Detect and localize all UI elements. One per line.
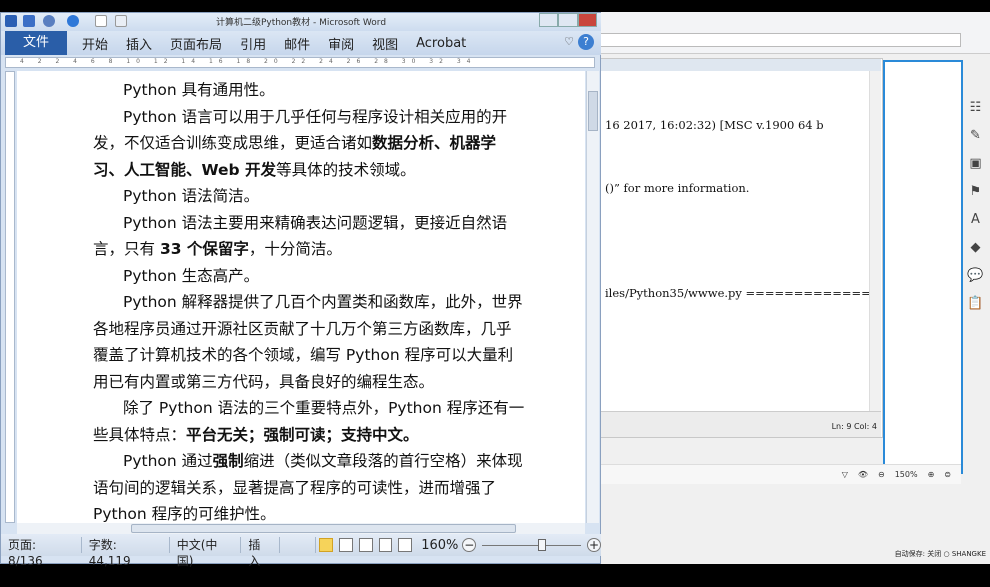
vertical-scrollbar[interactable] — [586, 71, 599, 523]
brush-icon[interactable]: ✎ — [970, 128, 981, 143]
zoom-slider-thumb[interactable] — [538, 538, 547, 551]
scroll-thumb[interactable] — [588, 91, 598, 131]
shapes-icon[interactable]: ◆ — [971, 240, 981, 255]
text-run: Python 解释器提供了几百个内置类和函数库，此外，世界各地程序员通过开源社区… — [93, 293, 523, 391]
python-shell-window: 16 2017, 16:02:32) [MSC v.1900 64 b ()” … — [601, 58, 883, 438]
maximize-button[interactable] — [558, 13, 578, 27]
tab-references[interactable]: 引用 — [231, 34, 275, 53]
close-button[interactable] — [577, 13, 597, 27]
tab-review[interactable]: 审阅 — [319, 34, 363, 53]
title-bar: 计算机二级Python教材 - Microsoft Word — [1, 13, 601, 31]
zoom-level[interactable]: 160% — [421, 538, 458, 553]
zoom-slider[interactable] — [482, 538, 582, 551]
comment-icon[interactable]: 💬 — [967, 268, 983, 283]
web-layout-icon[interactable] — [358, 538, 373, 552]
user-name: SHANGKE — [951, 550, 986, 558]
image-icon[interactable]: ▣ — [969, 156, 981, 171]
background-app: 16 2017, 16:02:32) [MSC v.1900 64 b ()” … — [601, 12, 990, 564]
paragraph: 除了 Python 语法的三个重要特点外，Python 程序还有一些具体特点：平… — [93, 395, 525, 448]
minimize-button[interactable] — [539, 13, 559, 27]
autosave-label[interactable]: 自动保存: 关闭 — [895, 550, 942, 558]
vertical-ruler[interactable] — [5, 71, 15, 523]
shell-header — [601, 59, 881, 71]
side-panel — [883, 60, 963, 474]
paragraph: Python 解释器提供了几百个内置类和函数库，此外，世界各地程序员通过开源社区… — [93, 289, 525, 395]
zoom-in-icon[interactable]: ⊕ — [928, 470, 935, 479]
print-layout-icon[interactable] — [318, 538, 333, 552]
toolbar-field[interactable] — [601, 33, 961, 47]
text-icon[interactable]: A — [971, 212, 980, 227]
shell-line: ()” for more information. — [605, 181, 750, 195]
zoom-in-button[interactable]: + — [587, 538, 601, 552]
insert-mode[interactable]: 插入 — [241, 537, 281, 568]
tab-mailings[interactable]: 邮件 — [275, 34, 319, 53]
scroll-thumb[interactable] — [131, 524, 516, 533]
tab-page-layout[interactable]: 页面布局 — [161, 34, 231, 53]
paragraph: Python 语法主要用来精确表达问题逻辑，更接近自然语言，只有 33 个保留字… — [93, 210, 525, 263]
paragraph: Python 具有通用性。 — [93, 77, 525, 104]
text-run: Python 语法简洁。 — [123, 187, 260, 205]
language[interactable]: 中文(中国) — [170, 537, 242, 568]
eye-icon[interactable]: 👁 — [858, 470, 868, 479]
side-icon-bar: ☷ ✎ ▣ ⚑ A ◆ 💬 📋 — [961, 100, 990, 311]
flag-icon[interactable]: ⚑ — [970, 184, 982, 199]
window-controls[interactable] — [539, 13, 597, 27]
shell-scrollbar[interactable] — [869, 71, 881, 411]
document-page[interactable]: Python 具有通用性。 Python 语言可以用于几乎任何与程序设计相关应用的… — [17, 71, 585, 523]
text-run: 等具体的技术领域。 — [276, 160, 416, 179]
paragraph: Python 生态高产。 — [93, 263, 525, 290]
tab-insert[interactable]: 插入 — [117, 34, 161, 53]
text-run: Python 具有通用性。 — [123, 81, 275, 99]
shell-line: iles/Python35/wwwe.py ============= — [605, 286, 871, 300]
window-title: 计算机二级Python教材 - Microsoft Word — [215, 18, 387, 28]
panel-zoom: 150% — [894, 470, 918, 479]
tab-acrobat[interactable]: Acrobat — [407, 36, 475, 51]
tab-view[interactable]: 视图 — [363, 34, 407, 53]
paragraph: Python 语言可以用于几乎任何与程序设计相关应用的开发，不仅适合训练变成思维… — [93, 104, 525, 184]
status-spacer — [280, 537, 316, 553]
page-count[interactable]: 页面: 8/136 — [1, 537, 82, 568]
draft-icon[interactable] — [398, 538, 413, 552]
ribbon-minimize-icon[interactable]: ♡ — [564, 35, 574, 48]
text-run: Python 生态高产。 — [123, 266, 260, 285]
horizontal-scrollbar[interactable] — [17, 523, 585, 534]
clipboard-icon[interactable]: 📋 — [967, 296, 983, 311]
bold-text: 33 个保留字 — [159, 240, 249, 258]
paragraph: Python 语法简洁。 — [93, 183, 525, 210]
bold-text: 强制 — [212, 452, 244, 470]
paragraph: Python 通过强制缩进（类似文章段落的首行空格）来体现语句间的逻辑关系，显著… — [93, 448, 525, 523]
shell-status: Ln: 9 Col: 4 — [601, 411, 881, 437]
status-bar: 页面: 8/136 字数: 44,119 中文(中国) 插入 160% − + — [1, 534, 601, 568]
filter-icon[interactable]: ▽ — [842, 470, 848, 479]
word-window: 计算机二级Python教材 - Microsoft Word 文件 开始 插入 … — [0, 12, 601, 568]
shell-output[interactable]: 16 2017, 16:02:32) [MSC v.1900 64 b ()” … — [605, 73, 871, 346]
zoom-out-icon[interactable]: ⊖ — [878, 470, 885, 479]
autosave-status: 自动保存: 关闭 ○ SHANGKE — [894, 550, 986, 558]
help-icon[interactable]: ? — [578, 34, 594, 50]
menu-icon[interactable]: ⊜ — [944, 470, 951, 479]
app-toolbar — [601, 12, 990, 54]
shell-line: 16 2017, 16:02:32) [MSC v.1900 64 b — [605, 118, 824, 132]
panel-footer: ▽ 👁 ⊖ 150% ⊕ ⊜ — [601, 464, 961, 484]
ribbon-tabs: 文件 开始 插入 页面布局 引用 邮件 审阅 视图 Acrobat — [1, 31, 601, 55]
tab-file[interactable]: 文件 — [5, 31, 68, 55]
list-icon[interactable]: ☷ — [970, 100, 982, 115]
horizontal-ruler[interactable]: 4 2 2 4 6 8 10 12 14 16 18 20 22 24 26 2… — [5, 57, 595, 68]
text-run: Python 通过 — [123, 452, 213, 470]
tab-home[interactable]: 开始 — [73, 34, 117, 53]
word-count[interactable]: 字数: 44,119 — [82, 537, 170, 568]
zoom-out-button[interactable]: − — [462, 538, 477, 552]
outline-icon[interactable] — [378, 538, 393, 552]
text-run: ，十分简洁。 — [248, 240, 342, 258]
document-content[interactable]: Python 具有通用性。 Python 语言可以用于几乎任何与程序设计相关应用的… — [93, 77, 525, 523]
full-screen-reading-icon[interactable] — [338, 538, 353, 552]
bold-text: 平台无关；强制可读；支持中文。 — [186, 425, 419, 444]
